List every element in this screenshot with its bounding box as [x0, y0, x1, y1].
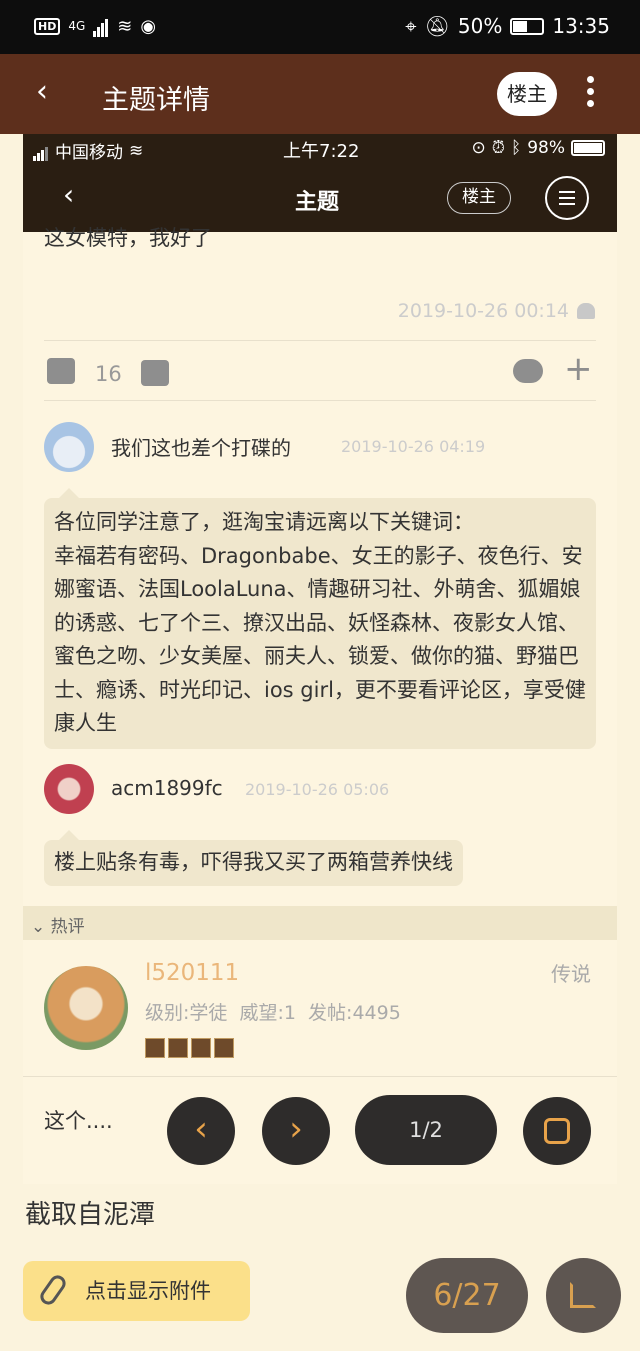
- page-counter[interactable]: 6/27: [406, 1258, 528, 1333]
- rotation-lock-icon: ⊙: [471, 138, 486, 158]
- comment-text: 楼上贴条有毒，吓得我又买了两箱营养快线: [44, 840, 463, 886]
- inner-status-bar: 中国移动 ≋ 上午7:22 ⊙ ⏰︎ ᛒ 98%: [23, 134, 617, 164]
- hot-review-bar[interactable]: ⌄ 热评: [23, 906, 617, 940]
- hot-review-label: 热评: [50, 917, 85, 937]
- user-rank: 传说: [551, 962, 591, 986]
- comment-username[interactable]: acm1899fc: [111, 776, 223, 800]
- mute-icon: 🔕︎: [424, 14, 450, 38]
- reply-preview[interactable]: 这个....: [44, 1105, 113, 1135]
- medal-icon: [214, 1038, 234, 1058]
- plus-icon[interactable]: +: [564, 352, 593, 386]
- network-label: 4G: [68, 19, 86, 33]
- like-count: 16: [95, 362, 122, 386]
- page-indicator[interactable]: 1/2: [355, 1095, 497, 1165]
- battery-percent: 50%: [457, 14, 503, 38]
- user-meta: 级别:学徒 威望:1 发帖:4495: [145, 1002, 401, 1024]
- bubble-pointer: [59, 488, 79, 498]
- inner-battery-percent: 98%: [527, 138, 565, 158]
- avatar[interactable]: [44, 764, 94, 814]
- divider: [44, 400, 596, 401]
- comment-username[interactable]: 我们这也差个打碟的: [111, 432, 291, 461]
- medal-icon: [168, 1038, 188, 1058]
- divider: [44, 340, 596, 341]
- signal-icon: [93, 15, 109, 37]
- attachment-label: 点击显示附件: [85, 1279, 211, 1303]
- back-icon[interactable]: ‹: [36, 74, 48, 109]
- avatar[interactable]: [44, 422, 94, 472]
- inner-wifi-icon: ≋: [129, 140, 144, 161]
- inner-title: 主题: [295, 190, 340, 215]
- comment-date: 2019-10-26 05:06: [245, 780, 390, 799]
- status-bar: HD 4G ≋ ◉ ⌖ 🔕︎ 50% 13:35: [0, 0, 640, 54]
- post-date: 2019-10-26 00:14: [398, 300, 595, 322]
- op-only-button[interactable]: 楼主: [497, 72, 557, 116]
- inner-op-button[interactable]: 楼主: [447, 182, 511, 214]
- hd-icon: HD: [34, 17, 61, 35]
- location-icon: ⌖: [405, 14, 417, 38]
- medal-icon: [145, 1038, 165, 1058]
- bluetooth-icon: ᛒ: [511, 138, 522, 158]
- comment-icon[interactable]: [513, 359, 543, 383]
- next-page-button[interactable]: ›: [262, 1097, 330, 1165]
- source-text: 截取自泥潭: [25, 1200, 156, 1230]
- medal-icon: [191, 1038, 211, 1058]
- avatar[interactable]: [44, 966, 128, 1050]
- paperclip-icon: [37, 1272, 69, 1308]
- comment-text: 各位同学注意了，逛淘宝请远离以下关键词： 幸福若有密码、Dragonbabe、女…: [44, 498, 596, 749]
- page-title: 主题详情: [102, 85, 210, 116]
- bottom-bar: 这个.... ‹ › 1/2: [23, 1076, 617, 1184]
- compose-icon: [570, 1282, 596, 1308]
- post-text-cut: 这女模特，我好了: [44, 226, 212, 250]
- inner-clock: 上午7:22: [283, 141, 360, 162]
- hot-username[interactable]: l520111: [145, 960, 239, 986]
- carrier-label: 中国移动: [55, 143, 123, 163]
- show-attachment-button[interactable]: 点击显示附件: [23, 1261, 250, 1321]
- more-options-icon[interactable]: [580, 72, 600, 116]
- medal-list: [145, 1038, 234, 1058]
- inner-back-icon[interactable]: ‹: [63, 178, 74, 211]
- clock: 13:35: [552, 14, 610, 38]
- battery-icon: [510, 17, 545, 35]
- post-date-text: 2019-10-26 00:14: [397, 300, 569, 322]
- android-icon: [577, 303, 595, 319]
- app-header: ‹ 主题详情 楼主: [0, 54, 640, 134]
- chevron-down-icon: ⌄: [31, 917, 46, 937]
- thumbs-up-icon[interactable]: [47, 358, 75, 384]
- edit-button[interactable]: [523, 1097, 591, 1165]
- comment-date: 2019-10-26 04:19: [341, 437, 486, 456]
- menu-icon[interactable]: [545, 176, 589, 220]
- bubble-pointer: [59, 830, 79, 840]
- prev-page-button[interactable]: ‹: [167, 1097, 235, 1165]
- inner-signal-icon: [33, 141, 49, 161]
- thumbs-down-icon[interactable]: [141, 360, 169, 386]
- compose-button[interactable]: [546, 1258, 621, 1333]
- alarm-icon: ⏰︎: [491, 138, 505, 158]
- eye-icon: ◉: [140, 15, 157, 37]
- inner-battery-icon: [571, 140, 605, 156]
- embedded-screenshot: 中国移动 ≋ 上午7:22 ⊙ ⏰︎ ᛒ 98% ‹ 主题 楼主 这女模特，我好…: [23, 134, 617, 1184]
- edit-icon: [544, 1118, 570, 1144]
- wifi-icon: ≋: [117, 15, 133, 37]
